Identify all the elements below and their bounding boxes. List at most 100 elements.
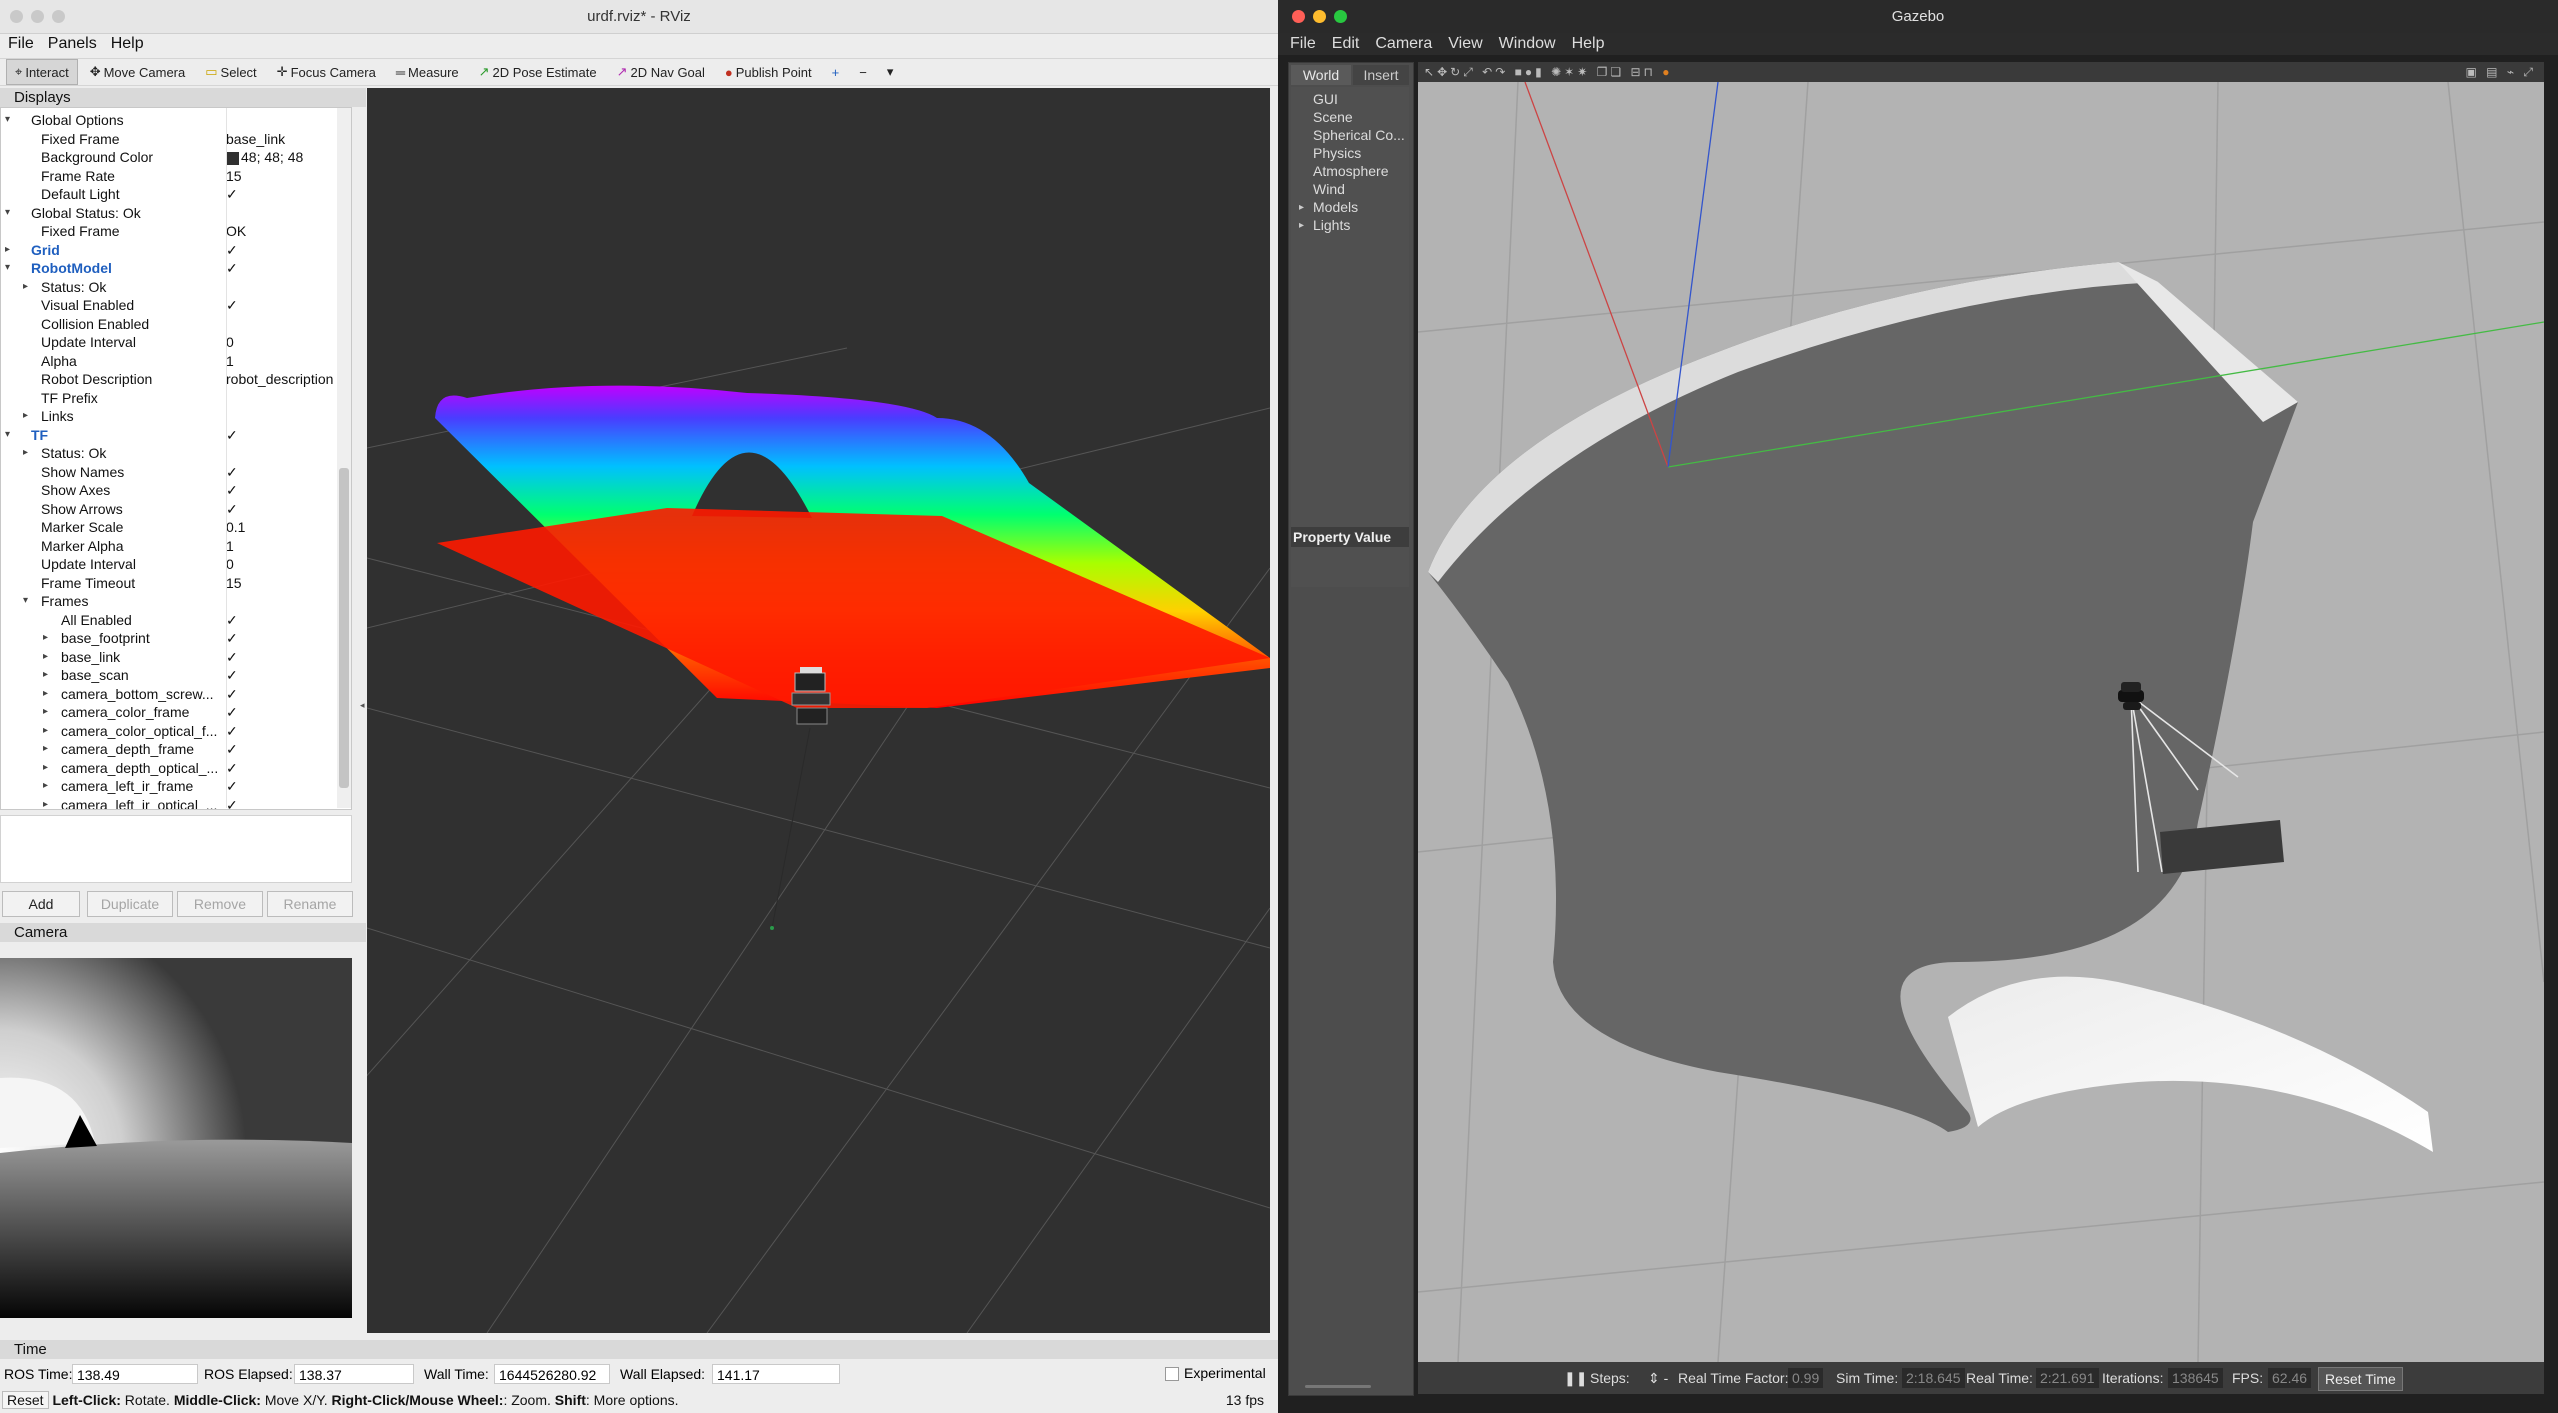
property-row[interactable]: TF Prefix xyxy=(1,390,341,409)
3d-viewport[interactable] xyxy=(266,88,1271,1334)
property-row[interactable]: Background Color 48; 48; 48 xyxy=(1,149,341,168)
property-checkbox[interactable]: ✓ xyxy=(226,186,238,203)
close-button[interactable] xyxy=(10,10,23,23)
property-row[interactable]: ▸ camera_depth_frame ✓ xyxy=(1,741,341,760)
tool-interact[interactable]: ⌖ Interact xyxy=(6,59,78,85)
rotate-icon[interactable]: ↻ xyxy=(1450,65,1463,79)
menu-edit[interactable]: Edit xyxy=(1332,35,1360,53)
align-icon[interactable]: ⊟ xyxy=(1630,65,1643,79)
tool-2d-pose-estimate[interactable]: ↗ 2D Pose Estimate xyxy=(471,60,605,84)
tool-measure[interactable]: ═ Measure xyxy=(388,61,467,84)
expand-arrow-icon[interactable]: ▸ xyxy=(23,447,28,458)
property-row[interactable]: Marker Alpha 1 xyxy=(1,538,341,557)
property-row[interactable]: ▾ Frames xyxy=(1,593,341,612)
tree-physics[interactable]: Physics xyxy=(1313,145,1361,161)
property-row[interactable]: ▸ camera_color_optical_f... ✓ xyxy=(1,723,341,742)
menu-help[interactable]: Help xyxy=(111,35,144,53)
zoom-button[interactable] xyxy=(1334,10,1347,23)
tool-2d-nav-goal[interactable]: ↗ 2D Nav Goal xyxy=(609,60,713,84)
expand-arrow-icon[interactable]: ▸ xyxy=(43,632,48,643)
property-row[interactable]: Fixed Frame OK xyxy=(1,223,341,242)
property-row[interactable]: Default Light ✓ xyxy=(1,186,341,205)
pause-icon[interactable]: ❚❚ xyxy=(1564,1362,1587,1394)
close-button[interactable] xyxy=(1292,10,1305,23)
property-value[interactable]: 0 xyxy=(226,556,234,572)
rename-button[interactable]: Rename xyxy=(267,891,353,917)
menu-file[interactable]: File xyxy=(1290,35,1316,53)
property-row[interactable]: ▸ camera_left_ir_frame ✓ xyxy=(1,778,341,797)
property-checkbox[interactable]: ✓ xyxy=(226,242,238,259)
property-checkbox[interactable]: ✓ xyxy=(226,260,238,277)
expand-arrow-icon[interactable]: ▸ xyxy=(43,706,48,717)
property-row[interactable]: ▸ camera_color_frame ✓ xyxy=(1,704,341,723)
menu-help[interactable]: Help xyxy=(1572,35,1605,53)
property-value[interactable]: 0.1 xyxy=(226,519,245,535)
tool-properties-button[interactable]: ▾ xyxy=(879,60,902,84)
expand-arrow-icon[interactable]: ▸ xyxy=(5,244,10,255)
gazebo-viewport[interactable] xyxy=(1418,82,2544,1362)
property-row[interactable]: All Enabled ✓ xyxy=(1,612,341,631)
property-row[interactable]: ▸ camera_depth_optical_... ✓ xyxy=(1,760,341,779)
minimize-button[interactable] xyxy=(31,10,44,23)
expand-arrow-icon[interactable]: ▸ xyxy=(43,651,48,662)
spot-light-icon[interactable]: ✶ xyxy=(1564,65,1577,79)
expand-arrow-icon[interactable]: ▸ xyxy=(43,762,48,773)
expand-arrow-icon[interactable]: ▸ xyxy=(43,743,48,754)
box-icon[interactable]: ■ xyxy=(1515,65,1525,79)
collapse-arrow-icon[interactable]: ▾ xyxy=(5,262,10,273)
directional-light-icon[interactable]: ✷ xyxy=(1577,65,1590,79)
point-light-icon[interactable]: ✺ xyxy=(1551,65,1564,79)
property-row[interactable]: Show Names ✓ xyxy=(1,464,341,483)
tree-atmosphere[interactable]: Atmosphere xyxy=(1313,163,1388,179)
tool-focus-camera[interactable]: ✛ Focus Camera xyxy=(269,60,384,84)
property-row[interactable]: Frame Rate 15 xyxy=(1,168,341,187)
menu-file[interactable]: File xyxy=(8,35,34,53)
property-row[interactable]: Collision Enabled xyxy=(1,316,341,335)
remove-tool-button[interactable]: − xyxy=(851,61,875,84)
add-tool-button[interactable]: + xyxy=(824,61,848,84)
property-value[interactable]: 1 xyxy=(226,538,234,554)
steps-stepper[interactable]: ⇕ - xyxy=(1648,1362,1668,1394)
expand-arrow-icon[interactable]: ▸ xyxy=(43,688,48,699)
tab-world[interactable]: World xyxy=(1291,65,1351,85)
tool-select[interactable]: ▭ Select xyxy=(197,60,264,84)
property-checkbox[interactable]: ✓ xyxy=(226,704,238,721)
collapse-arrow-icon[interactable]: ▾ xyxy=(5,429,10,440)
models-expand-icon[interactable]: ▸ xyxy=(1299,202,1304,213)
property-row[interactable]: ▸ Status: Ok xyxy=(1,279,341,298)
collapse-arrow-icon[interactable]: ▾ xyxy=(5,207,10,218)
property-checkbox[interactable]: ✓ xyxy=(226,464,238,481)
panel-scroll-handle[interactable] xyxy=(1305,1385,1371,1388)
property-row[interactable]: ▾ Global Options xyxy=(1,112,341,131)
property-row[interactable]: ▸ base_link ✓ xyxy=(1,649,341,668)
property-checkbox[interactable]: ✓ xyxy=(226,741,238,758)
expand-arrow-icon[interactable]: ▸ xyxy=(23,281,28,292)
property-checkbox[interactable]: ✓ xyxy=(226,482,238,499)
property-row[interactable]: ▸ base_scan ✓ xyxy=(1,667,341,686)
menu-panels[interactable]: Panels xyxy=(48,35,97,53)
property-value[interactable]: base_link xyxy=(226,131,285,147)
property-row[interactable]: ▾ TF ✓ xyxy=(1,427,341,446)
tree-scene[interactable]: Scene xyxy=(1313,109,1353,125)
property-checkbox[interactable]: ✓ xyxy=(226,723,238,740)
orange-select-icon[interactable]: ● xyxy=(1662,65,1672,79)
copy-icon[interactable]: ❐ xyxy=(1597,65,1611,79)
expand-arrow-icon[interactable]: ▸ xyxy=(23,410,28,421)
property-value[interactable]: 0 xyxy=(226,334,234,350)
property-value[interactable]: OK xyxy=(226,223,246,239)
screenshot-icon[interactable]: ▣ ▤ ⌁ ⤢ xyxy=(2465,62,2536,82)
property-row[interactable]: Show Arrows ✓ xyxy=(1,501,341,520)
minimize-button[interactable] xyxy=(1313,10,1326,23)
reset-time-button[interactable]: Reset Time xyxy=(2318,1367,2403,1391)
property-checkbox[interactable]: ✓ xyxy=(226,297,238,314)
property-value[interactable]: 15 xyxy=(226,168,242,184)
property-checkbox[interactable]: ✓ xyxy=(226,686,238,703)
select-mode-icon[interactable]: ↖ xyxy=(1424,65,1437,79)
snap-icon[interactable]: ⊓ xyxy=(1644,65,1656,79)
property-checkbox[interactable]: ✓ xyxy=(226,612,238,629)
scrollbar-thumb[interactable] xyxy=(339,468,349,788)
tree-models[interactable]: Models xyxy=(1313,199,1358,215)
color-swatch[interactable] xyxy=(226,152,239,165)
displays-scrollbar[interactable] xyxy=(337,108,351,808)
sphere-icon[interactable]: ● xyxy=(1525,65,1535,79)
